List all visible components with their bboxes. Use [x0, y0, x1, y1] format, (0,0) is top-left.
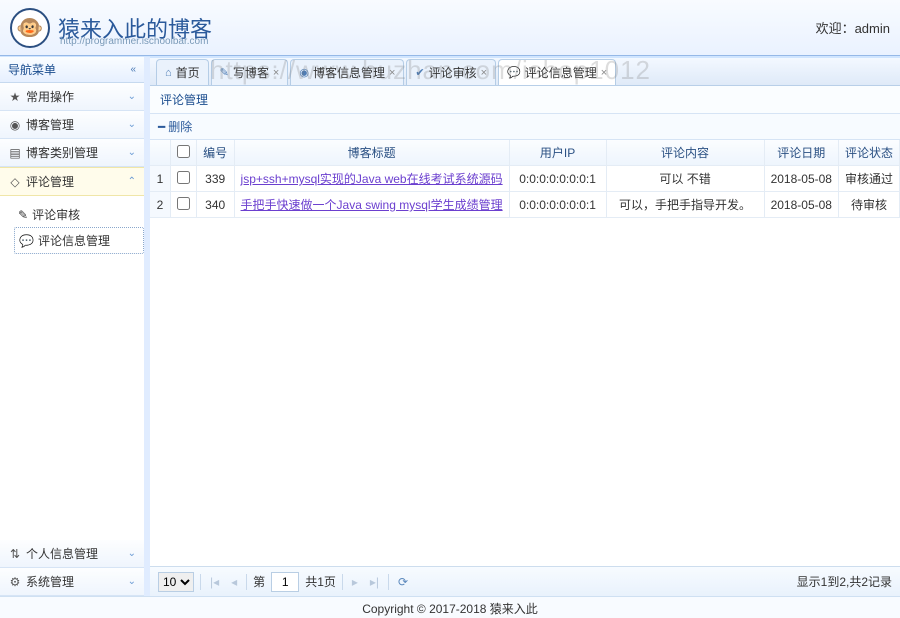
logo-icon: 🐵	[10, 8, 50, 48]
cell-date: 2018-05-08	[764, 192, 838, 218]
delete-button[interactable]: ━删除	[158, 118, 192, 135]
chevron-down-icon: ⌄	[128, 119, 136, 130]
comment-icon: ◇	[8, 175, 22, 189]
main-panel: ⌂首页 ✎写博客× ◉博客信息管理× ✔评论审核× 💬评论信息管理× 评论管理 …	[150, 57, 900, 596]
col-status[interactable]: 评论状态	[838, 140, 899, 166]
col-title[interactable]: 博客标题	[234, 140, 509, 166]
row-number: 1	[150, 166, 170, 192]
pager: 10 |◂ ◂ 第 共1页 ▸ ▸| ⟳ 显示1到2,共2记录	[150, 566, 900, 596]
current-user: admin	[855, 21, 890, 36]
cell-status: 待审核	[838, 192, 899, 218]
footer: Copyright © 2017-2018 猿来入此	[0, 596, 900, 618]
toolbar: ━删除	[150, 114, 900, 140]
row-checkbox[interactable]	[177, 197, 190, 210]
minus-icon: ━	[158, 120, 165, 134]
data-grid: 编号 博客标题 用户IP 评论内容 评论日期 评论状态 1 339 jsp+ssh+…	[150, 140, 900, 566]
check-icon: ✔	[415, 66, 424, 79]
page-size-select[interactable]: 10	[158, 572, 194, 592]
close-icon[interactable]: ×	[601, 67, 607, 79]
page-input[interactable]	[271, 572, 299, 592]
tab-bar: ⌂首页 ✎写博客× ◉博客信息管理× ✔评论审核× 💬评论信息管理×	[150, 58, 900, 86]
col-id[interactable]: 编号	[196, 140, 234, 166]
sidebar: 导航菜单 « ★ 常用操作 ⌄ ◉ 博客管理 ⌄ ▤ 博客类别管理 ⌄ ◇ 评论…	[0, 57, 150, 596]
bubble-icon: 💬	[507, 66, 521, 79]
tab-write[interactable]: ✎写博客×	[211, 59, 289, 85]
header-row: 编号 博客标题 用户IP 评论内容 评论日期 评论状态	[150, 140, 900, 166]
cell-content: 可以，手把手指导开发。	[606, 192, 764, 218]
cell-id: 339	[196, 166, 234, 192]
edit-icon: ✎	[18, 208, 28, 222]
chevron-down-icon: ⌄	[128, 548, 136, 559]
profile-icon: ⇅	[8, 547, 22, 561]
pager-info: 显示1到2,共2记录	[797, 573, 892, 590]
close-icon[interactable]: ×	[389, 67, 395, 79]
blog-icon: ◉	[8, 118, 22, 132]
submenu-review[interactable]: ✎ 评论审核	[14, 202, 144, 227]
close-icon[interactable]: ×	[481, 67, 487, 79]
welcome-text: 欢迎：admin	[816, 18, 890, 37]
cell-status: 审核通过	[838, 166, 899, 192]
cell-ip: 0:0:0:0:0:0:0:1	[509, 166, 606, 192]
category-icon: ▤	[8, 146, 22, 160]
chevron-down-icon: ⌄	[128, 576, 136, 587]
panel-title: 评论管理	[150, 86, 900, 114]
cell-date: 2018-05-08	[764, 166, 838, 192]
blog-link[interactable]: jsp+ssh+mysql实现的Java web在线考试系统源码	[241, 172, 503, 186]
home-icon: ⌂	[165, 67, 172, 79]
row-number: 2	[150, 192, 170, 218]
tab-comment-info[interactable]: 💬评论信息管理×	[498, 59, 616, 85]
table-row[interactable]: 2 340 手把手快速做一个Java swing mysql学生成绩管理 0:0:0:…	[150, 192, 900, 218]
tab-home[interactable]: ⌂首页	[156, 59, 209, 85]
tab-blog-info[interactable]: ◉博客信息管理×	[290, 59, 404, 85]
col-date[interactable]: 评论日期	[764, 140, 838, 166]
chevron-up-icon: ⌃	[128, 176, 136, 187]
submenu: ✎ 评论审核 💬 评论信息管理	[0, 196, 144, 262]
next-page-button[interactable]: ▸	[349, 575, 361, 589]
chevron-down-icon: ⌄	[128, 147, 136, 158]
col-content[interactable]: 评论内容	[606, 140, 764, 166]
col-ip[interactable]: 用户IP	[509, 140, 606, 166]
table-row[interactable]: 1 339 jsp+ssh+mysql实现的Java web在线考试系统源码 0:0:…	[150, 166, 900, 192]
close-icon[interactable]: ×	[273, 67, 279, 79]
header: 🐵 猿来入此的博客 http://programmer.ischoolbar.c…	[0, 0, 900, 56]
star-icon: ★	[8, 90, 22, 104]
submenu-comment-info[interactable]: 💬 评论信息管理	[14, 227, 144, 254]
bubble-icon: 💬	[19, 234, 34, 248]
gear-icon: ⚙	[8, 575, 22, 589]
sidebar-item-common[interactable]: ★ 常用操作 ⌄	[0, 83, 144, 111]
select-all-checkbox[interactable]	[177, 145, 190, 158]
tab-review[interactable]: ✔评论审核×	[406, 59, 496, 85]
blog-link[interactable]: 手把手快速做一个Java swing mysql学生成绩管理	[241, 198, 503, 212]
cell-content: 可以 不错	[606, 166, 764, 192]
sidebar-item-comment[interactable]: ◇ 评论管理 ⌃	[0, 167, 144, 196]
cell-id: 340	[196, 192, 234, 218]
sidebar-item-profile[interactable]: ⇅ 个人信息管理 ⌄	[0, 540, 144, 568]
blog-icon: ◉	[299, 66, 309, 79]
prev-page-button[interactable]: ◂	[228, 575, 240, 589]
site-subtitle: http://programmer.ischoolbar.com	[60, 36, 208, 47]
cell-ip: 0:0:0:0:0:0:0:1	[509, 192, 606, 218]
edit-icon: ✎	[220, 66, 229, 79]
row-checkbox[interactable]	[177, 171, 190, 184]
sidebar-header: 导航菜单 «	[0, 57, 144, 83]
sidebar-item-blog[interactable]: ◉ 博客管理 ⌄	[0, 111, 144, 139]
collapse-icon[interactable]: «	[130, 64, 136, 75]
chevron-down-icon: ⌄	[128, 91, 136, 102]
first-page-button[interactable]: |◂	[207, 575, 222, 589]
last-page-button[interactable]: ▸|	[367, 575, 382, 589]
refresh-button[interactable]: ⟳	[395, 575, 411, 589]
sidebar-item-category[interactable]: ▤ 博客类别管理 ⌄	[0, 139, 144, 167]
sidebar-item-system[interactable]: ⚙ 系统管理 ⌄	[0, 568, 144, 596]
cell-title: jsp+ssh+mysql实现的Java web在线考试系统源码	[234, 166, 509, 192]
cell-title: 手把手快速做一个Java swing mysql学生成绩管理	[234, 192, 509, 218]
